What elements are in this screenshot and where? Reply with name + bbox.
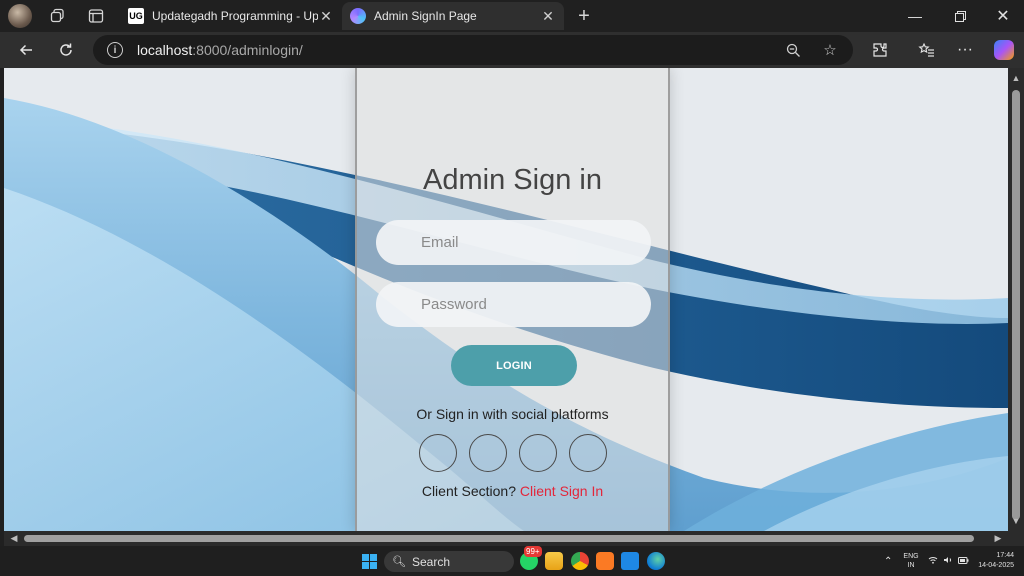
clock-date: 14-04-2025 <box>978 562 1014 569</box>
copilot-icon[interactable] <box>994 40 1014 60</box>
profile-avatar[interactable] <box>8 4 32 28</box>
page-title: Admin Sign in <box>423 164 602 196</box>
notification-badge: 99+ <box>524 546 542 557</box>
region-code: IN <box>907 562 915 569</box>
admin-login-card: Admin Sign in LOGIN Or Sign in with soci… <box>355 68 670 531</box>
file-explorer-icon[interactable] <box>545 552 563 570</box>
login-button[interactable]: LOGIN <box>451 345 577 386</box>
social-login-button[interactable] <box>519 434 557 472</box>
wifi-icon <box>928 556 938 567</box>
horizontal-scroll-thumb[interactable] <box>24 535 974 542</box>
chrome-icon[interactable] <box>571 552 589 570</box>
more-icon[interactable]: ··· <box>953 38 977 62</box>
tab-actions-icon[interactable] <box>84 4 108 28</box>
refresh-icon[interactable] <box>54 38 78 62</box>
page-viewport: Admin Sign in LOGIN Or Sign in with soci… <box>4 68 1008 531</box>
scroll-right-icon[interactable]: ▶ <box>990 531 1006 546</box>
windows-taskbar: 🔍︎ Search 99+ ⌃ ENG IN 17:44 14-04-2025 <box>0 546 1024 576</box>
system-tray-icons[interactable] <box>928 546 969 576</box>
clock[interactable]: 17:44 14-04-2025 <box>976 546 1014 576</box>
address-toolbar: i localhost:8000/adminlogin/ ☆ ··· <box>0 32 1024 68</box>
password-field[interactable] <box>376 282 651 327</box>
tab-title: Updategadh Programming - Upd <box>152 9 318 23</box>
close-window-icon[interactable]: ✕ <box>981 0 1024 32</box>
client-section-text: Client Section? <box>421 483 516 499</box>
social-signin-text: Or Sign in with social platforms <box>416 406 609 422</box>
client-section: Client Section? Client Sign In <box>357 483 668 499</box>
new-tab-icon[interactable]: + <box>572 4 596 28</box>
scrollbar-corner <box>1008 531 1024 546</box>
updategadh-favicon: UG <box>128 8 144 24</box>
horizontal-scrollbar[interactable]: ◀ ▶ <box>4 531 1008 546</box>
tab-admin-signin[interactable]: Admin SignIn Page ✕ <box>342 2 564 30</box>
social-login-button[interactable] <box>569 434 607 472</box>
restore-icon[interactable] <box>938 0 982 32</box>
close-icon[interactable]: ✕ <box>318 8 334 25</box>
tray-chevron-icon[interactable]: ⌃ <box>884 546 892 576</box>
battery-icon <box>958 556 969 567</box>
zoom-icon[interactable] <box>781 38 805 62</box>
minimize-icon[interactable]: — <box>893 0 937 32</box>
workspaces-icon[interactable] <box>46 4 70 28</box>
favorites-icon[interactable] <box>914 38 938 62</box>
scroll-up-icon[interactable]: ▲ <box>1008 70 1024 86</box>
tab-bar: UG Updategadh Programming - Upd ✕ Admin … <box>0 0 1024 32</box>
tab-title: Admin SignIn Page <box>374 9 477 23</box>
close-icon[interactable]: ✕ <box>540 8 556 25</box>
back-icon[interactable] <box>14 38 38 62</box>
tab-updategadh[interactable]: UG Updategadh Programming - Upd ✕ <box>120 2 342 30</box>
vertical-scroll-thumb[interactable] <box>1012 90 1020 520</box>
social-login-button[interactable] <box>419 434 457 472</box>
social-buttons <box>419 434 609 472</box>
taskbar-search[interactable]: 🔍︎ Search <box>384 551 514 572</box>
volume-icon <box>943 556 953 567</box>
search-label: Search <box>411 554 450 569</box>
edge-icon[interactable] <box>647 552 665 570</box>
xampp-icon[interactable] <box>596 552 614 570</box>
email-field[interactable] <box>376 220 651 265</box>
address-bar[interactable]: i localhost:8000/adminlogin/ ☆ <box>93 35 853 65</box>
favorite-star-icon[interactable]: ☆ <box>818 38 842 62</box>
scroll-left-icon[interactable]: ◀ <box>6 531 22 546</box>
windows-start-icon[interactable] <box>362 554 377 569</box>
extensions-icon[interactable] <box>868 38 892 62</box>
client-sign-in-link[interactable]: Client Sign In <box>520 483 603 499</box>
url-text[interactable]: localhost:8000/adminlogin/ <box>137 42 303 58</box>
clock-time: 17:44 <box>996 552 1014 559</box>
vscode-icon[interactable] <box>621 552 639 570</box>
scroll-down-icon[interactable]: ▼ <box>1008 513 1024 529</box>
vertical-scrollbar[interactable]: ▲ ▼ <box>1008 68 1024 531</box>
admin-page-favicon <box>350 8 366 24</box>
social-login-button[interactable] <box>469 434 507 472</box>
site-info-icon[interactable]: i <box>107 42 123 58</box>
search-icon: 🔍︎ <box>392 556 406 568</box>
language-code: ENG <box>903 553 919 560</box>
language-indicator[interactable]: ENG IN <box>902 546 920 576</box>
